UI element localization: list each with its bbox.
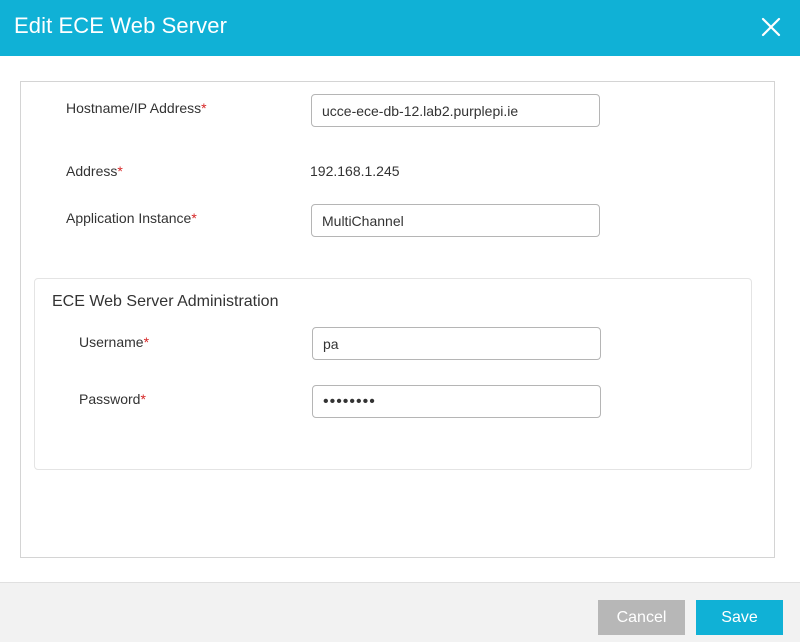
cancel-button[interactable]: Cancel bbox=[598, 600, 685, 635]
application-instance-input[interactable] bbox=[311, 204, 600, 237]
dialog-title: Edit ECE Web Server bbox=[14, 13, 228, 38]
form-panel: Hostname/IP Address* Address* 192.168.1.… bbox=[20, 81, 775, 558]
hostname-input[interactable] bbox=[311, 94, 600, 127]
username-label: Username* bbox=[79, 334, 149, 350]
save-button[interactable]: Save bbox=[696, 600, 783, 635]
application-instance-label: Application Instance* bbox=[66, 210, 197, 226]
application-instance-label-text: Application Instance bbox=[66, 210, 192, 226]
hostname-label: Hostname/IP Address* bbox=[66, 100, 207, 116]
required-mark: * bbox=[117, 163, 123, 179]
username-input[interactable] bbox=[312, 327, 601, 360]
password-label-text: Password bbox=[79, 391, 141, 407]
administration-section: ECE Web Server Administration Username* … bbox=[34, 278, 752, 470]
close-icon bbox=[761, 17, 781, 37]
password-label: Password* bbox=[79, 391, 146, 407]
dialog-footer: Cancel Save bbox=[0, 582, 800, 642]
required-mark: * bbox=[191, 210, 197, 226]
required-mark: * bbox=[140, 391, 146, 407]
address-value: 192.168.1.245 bbox=[310, 163, 400, 179]
administration-title: ECE Web Server Administration bbox=[52, 293, 279, 310]
close-button[interactable] bbox=[756, 12, 786, 42]
dialog-header: Edit ECE Web Server bbox=[0, 0, 800, 56]
required-mark: * bbox=[143, 334, 150, 350]
address-label-text: Address bbox=[66, 163, 118, 179]
hostname-label-text: Hostname/IP Address bbox=[66, 100, 202, 116]
edit-web-server-dialog: Edit ECE Web Server Hostname/IP Address*… bbox=[0, 0, 800, 642]
required-mark: * bbox=[201, 100, 207, 116]
username-label-text: Username bbox=[79, 334, 144, 350]
password-input[interactable] bbox=[312, 385, 601, 418]
address-label: Address* bbox=[66, 163, 123, 179]
